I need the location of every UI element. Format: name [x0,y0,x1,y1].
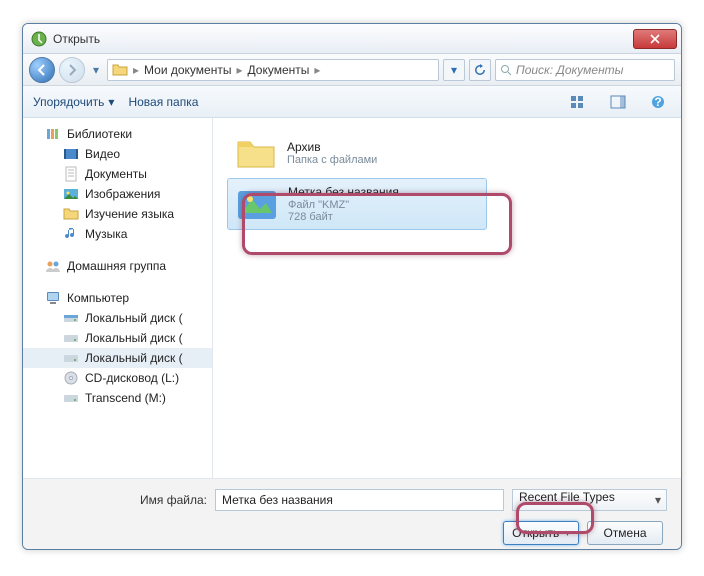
help-button[interactable]: ? [645,91,671,113]
search-placeholder: Поиск: Документы [516,63,624,77]
nav-bar: ▾ ▸ Мои документы ▸ Документы ▸ ▾ Поиск:… [23,54,681,86]
filetype-dropdown[interactable]: Recent File Types [512,489,667,511]
file-list: Архив Папка с файлами Метка без названия… [213,118,681,478]
kmz-file-icon [236,185,278,223]
svg-text:?: ? [654,95,661,109]
breadcrumb-segment[interactable]: Документы [248,63,310,77]
open-file-dialog: Открыть ▾ ▸ Мои документы ▸ Документы ▸ … [22,23,682,550]
toolbar: Упорядочить ▾ Новая папка ? [23,86,681,118]
new-folder-button[interactable]: Новая папка [128,95,198,109]
cancel-button[interactable]: Отмена [587,521,663,545]
nav-pane: Библиотеки Видео Документы Изображения И… [23,118,213,478]
file-name: Метка без названия [288,185,399,199]
folder-item[interactable]: Архив Папка с файлами [227,128,487,178]
file-name: Архив [287,140,377,154]
file-item-kmz[interactable]: Метка без названия Файл "KMZ" 728 байт [227,178,487,230]
sidebar-item-disk[interactable]: Локальный диск ( [23,308,212,328]
forward-button[interactable] [59,57,85,83]
sidebar-item-transcend[interactable]: Transcend (M:) [23,388,212,408]
dialog-body: Библиотеки Видео Документы Изображения И… [23,118,681,478]
history-dropdown[interactable]: ▾ [89,57,103,83]
organize-menu[interactable]: Упорядочить ▾ [33,95,114,109]
search-icon [500,64,512,76]
breadcrumb-segment[interactable]: Мои документы [144,63,231,77]
folder-icon [112,62,128,78]
file-meta: Папка с файлами [287,154,377,166]
dialog-footer: Имя файла: Recent File Types Открыть Отм… [23,478,681,550]
chevron-right-icon: ▸ [311,63,323,77]
breadcrumb-dropdown[interactable]: ▾ [443,59,465,81]
filename-label: Имя файла: [37,493,207,507]
file-type: Файл "KMZ" [288,199,399,211]
filename-input[interactable] [215,489,504,511]
sidebar-item-disk[interactable]: Локальный диск ( [23,348,212,368]
sidebar-item-cd[interactable]: CD-дисковод (L:) [23,368,212,388]
refresh-button[interactable] [469,59,491,81]
sidebar-item-study[interactable]: Изучение языка [23,204,212,224]
app-icon [31,31,47,47]
folder-icon [235,134,277,172]
search-input[interactable]: Поиск: Документы [495,59,675,81]
sidebar-item-documents[interactable]: Документы [23,164,212,184]
file-size: 728 байт [288,211,399,223]
view-options-button[interactable] [565,91,591,113]
preview-pane-button[interactable] [605,91,631,113]
sidebar-item-libraries[interactable]: Библиотеки [23,124,212,144]
sidebar-item-images[interactable]: Изображения [23,184,212,204]
sidebar-item-homegroup[interactable]: Домашняя группа [23,256,212,276]
sidebar-item-computer[interactable]: Компьютер [23,288,212,308]
open-button[interactable]: Открыть [503,521,579,545]
breadcrumb[interactable]: ▸ Мои документы ▸ Документы ▸ [107,59,439,81]
titlebar: Открыть [23,24,681,54]
sidebar-item-disk[interactable]: Локальный диск ( [23,328,212,348]
close-button[interactable] [633,29,677,49]
back-button[interactable] [29,57,55,83]
chevron-right-icon: ▸ [130,63,142,77]
sidebar-item-video[interactable]: Видео [23,144,212,164]
sidebar-item-music[interactable]: Музыка [23,224,212,244]
window-title: Открыть [53,32,633,46]
chevron-down-icon: ▾ [108,95,114,109]
chevron-right-icon: ▸ [233,63,245,77]
